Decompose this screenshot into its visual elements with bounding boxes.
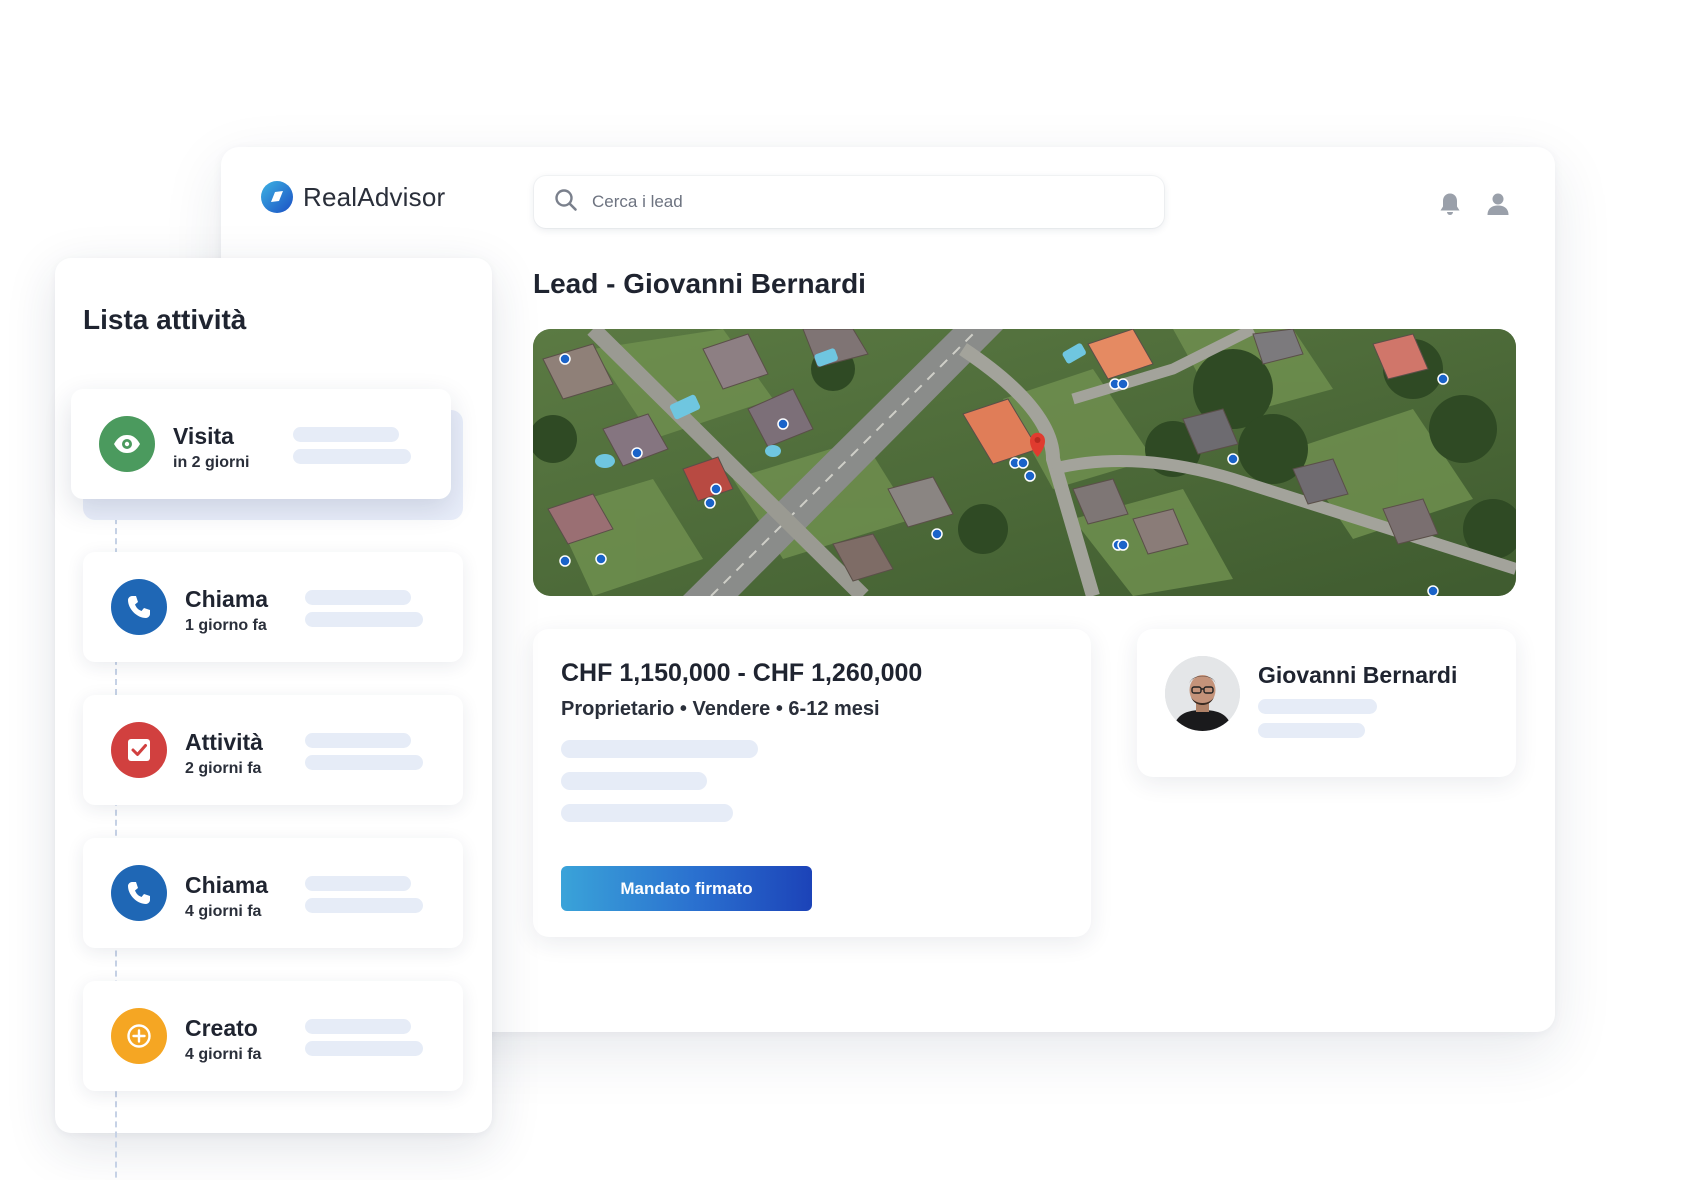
skeleton-line [305,1041,423,1056]
contact-card[interactable]: Giovanni Bernardi [1137,629,1516,777]
lead-search-bar[interactable] [534,176,1164,228]
activity-time: 4 giorni fa [185,1046,262,1063]
price-range: CHF 1,150,000 - CHF 1,260,000 [561,659,923,687]
skeleton-line [1258,699,1377,714]
skeleton-line [293,449,411,464]
skeleton-line [561,772,707,790]
lead-title: Lead - Giovanni Bernardi [533,268,866,299]
search-icon [554,188,578,217]
skeleton-line [305,612,423,627]
skeleton-line [305,876,411,891]
activity-list-title: Lista attività [83,304,247,335]
activity-label: Chiama [185,586,269,612]
activity-label: Attività [185,729,263,755]
skeleton-line [293,427,399,442]
phone-icon [111,865,167,921]
avatar [1165,656,1240,731]
aerial-map[interactable] [533,329,1516,596]
plus-circle-icon [111,1008,167,1064]
skeleton-line [305,1019,411,1034]
search-input[interactable] [592,192,1112,212]
logo-text: RealAdvisor [303,181,446,212]
activity-time: 1 giorno fa [185,617,267,634]
activity-time: 4 giorni fa [185,903,262,920]
lead-summary-card: CHF 1,150,000 - CHF 1,260,000 Proprietar… [533,629,1091,937]
activity-item-created[interactable]: Creato 4 giorni fa [83,981,463,1091]
activity-time: in 2 giorni [173,454,250,471]
realadvisor-logo[interactable]: RealAdvisor [261,181,445,213]
realadvisor-logo-icon [261,181,293,213]
skeleton-line [561,740,758,758]
skeleton-line [305,733,411,748]
bell-icon[interactable] [1437,191,1463,217]
skeleton-line [561,804,733,822]
skeleton-line [305,898,423,913]
activity-list-panel: Lista attività Visita in 2 giorni Chiama… [55,258,492,1180]
contact-name: Giovanni Bernardi [1258,662,1458,688]
phone-icon [111,579,167,635]
activity-label: Creato [185,1015,258,1041]
activity-time: 2 giorni fa [185,760,262,777]
activity-item-call[interactable]: Chiama 4 giorni fa [83,838,463,948]
activity-label: Chiama [185,872,269,898]
activity-item-call[interactable]: Chiama 1 giorno fa [83,552,463,662]
activity-label: Visita [173,423,234,449]
eye-icon [99,416,155,472]
skeleton-line [305,755,423,770]
skeleton-line [305,590,411,605]
mandate-signed-button[interactable]: Mandato firmato [561,866,812,911]
checkbox-icon [111,722,167,778]
skeleton-line [1258,723,1365,738]
activity-item-visit[interactable]: Visita in 2 giorni [71,389,451,499]
lead-meta: Proprietario • Vendere • 6-12 mesi [561,698,880,720]
user-icon[interactable] [1485,191,1511,217]
activity-item-task[interactable]: Attività 2 giorni fa [83,695,463,805]
